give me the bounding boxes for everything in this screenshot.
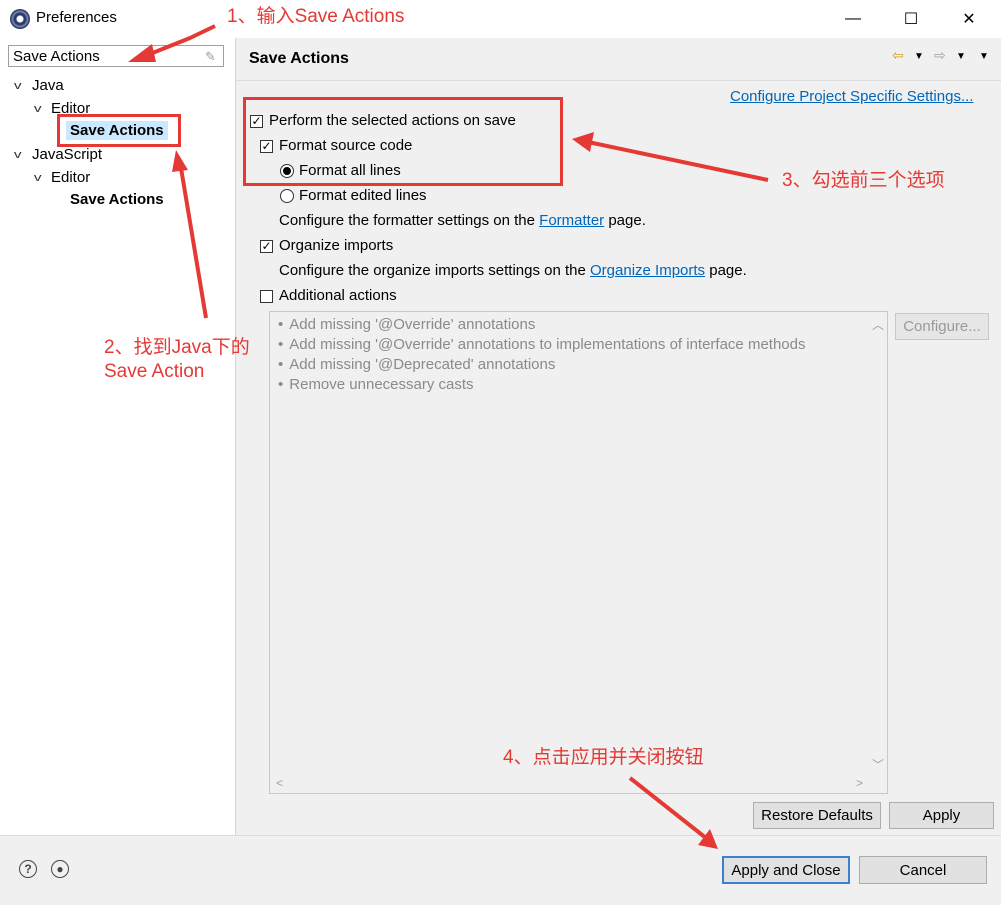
back-arrow-icon[interactable]: ⇦ <box>892 47 904 64</box>
page-header <box>236 38 1001 81</box>
additional-actions-label: Additional actions <box>279 287 397 304</box>
scroll-right-icon[interactable]: > <box>856 776 863 790</box>
chevron-down-icon[interactable]: v <box>14 149 22 161</box>
organize-imports-settings-text: Configure the organize imports settings … <box>279 262 747 279</box>
arrow-step-3-head <box>572 132 594 152</box>
organize-text-pre: Configure the organize imports settings … <box>279 262 591 279</box>
eclipse-icon <box>10 9 30 29</box>
help-icon[interactable]: ? <box>19 860 37 878</box>
apply-and-close-button[interactable]: Apply and Close <box>722 856 850 884</box>
tree-item-javascript-editor[interactable]: Editor <box>51 169 90 186</box>
format-edited-lines-radio[interactable] <box>280 189 294 203</box>
list-item: Add missing '@Deprecated' annotations <box>278 356 805 376</box>
configure-project-settings-link[interactable]: Configure Project Specific Settings... <box>730 88 973 105</box>
restore-defaults-button[interactable]: Restore Defaults <box>753 802 881 829</box>
format-edited-lines-label: Format edited lines <box>299 187 427 204</box>
forward-menu-chevron-icon[interactable]: ▼ <box>956 51 966 62</box>
clear-filter-icon[interactable]: ✎ <box>205 49 219 65</box>
tree-item-java[interactable]: Java <box>32 77 64 94</box>
minimize-button[interactable]: — <box>830 0 876 38</box>
scroll-left-icon[interactable]: < <box>276 776 283 790</box>
horizontal-scrollbar[interactable]: < > <box>270 775 869 793</box>
formatter-link[interactable]: Formatter <box>539 212 604 229</box>
list-item: Add missing '@Override' annotations to i… <box>278 336 805 356</box>
annotation-step-2-line1: 2、找到Java下的 <box>104 337 250 358</box>
organize-imports-label: Organize imports <box>279 237 394 254</box>
additional-actions-items: Add missing '@Override' annotations Add … <box>278 316 805 396</box>
back-menu-chevron-icon[interactable]: ▼ <box>914 51 924 62</box>
apply-button[interactable]: Apply <box>889 802 994 829</box>
view-menu-icon[interactable]: ▼ <box>979 51 989 62</box>
annotation-step-1: 1、输入Save Actions <box>227 6 405 27</box>
organize-imports-link[interactable]: Organize Imports <box>590 262 705 279</box>
maximize-button[interactable]: ☐ <box>888 0 934 38</box>
chevron-down-icon[interactable]: v <box>34 103 42 115</box>
cancel-button[interactable]: Cancel <box>859 856 987 884</box>
list-item: Remove unnecessary casts <box>278 376 805 396</box>
tree-item-javascript[interactable]: JavaScript <box>32 146 102 163</box>
list-item: Add missing '@Override' annotations <box>278 316 805 336</box>
chevron-down-icon[interactable]: v <box>14 80 22 92</box>
annotation-step-3: 3、勾选前三个选项 <box>782 170 945 191</box>
annotation-step-2-line2: Save Action <box>104 361 205 382</box>
additional-actions-checkbox[interactable] <box>260 290 273 303</box>
scroll-up-icon[interactable]: ︿ <box>872 316 884 333</box>
arrow-step-3 <box>587 140 769 182</box>
forward-arrow-icon[interactable]: ⇨ <box>934 47 946 64</box>
page-title: Save Actions <box>249 50 349 67</box>
tree-item-javascript-save-actions[interactable]: Save Actions <box>70 191 164 208</box>
chevron-down-icon[interactable]: v <box>34 172 42 184</box>
formatter-text-pre: Configure the formatter settings on the <box>279 212 540 229</box>
additional-actions-list: Add missing '@Override' annotations Add … <box>269 311 888 794</box>
window-title: Preferences <box>36 9 117 26</box>
formatter-text-post: page. <box>604 212 646 229</box>
import-export-icon[interactable]: ● <box>51 860 69 878</box>
bottom-bar <box>0 835 1001 905</box>
highlight-box-tree-item <box>57 114 181 147</box>
highlight-box-options <box>243 97 563 186</box>
scroll-down-icon[interactable]: ﹀ <box>872 756 884 773</box>
configure-button[interactable]: Configure... <box>895 313 989 340</box>
organize-imports-checkbox[interactable]: ✓ <box>260 240 273 253</box>
organize-text-post: page. <box>705 262 747 279</box>
vertical-scrollbar[interactable]: ︿ ﹀ <box>869 312 887 775</box>
formatter-settings-text: Configure the formatter settings on the … <box>279 212 646 229</box>
close-button[interactable]: ✕ <box>946 0 992 38</box>
annotation-step-4: 4、点击应用并关闭按钮 <box>503 747 704 768</box>
filter-input[interactable] <box>8 45 224 67</box>
